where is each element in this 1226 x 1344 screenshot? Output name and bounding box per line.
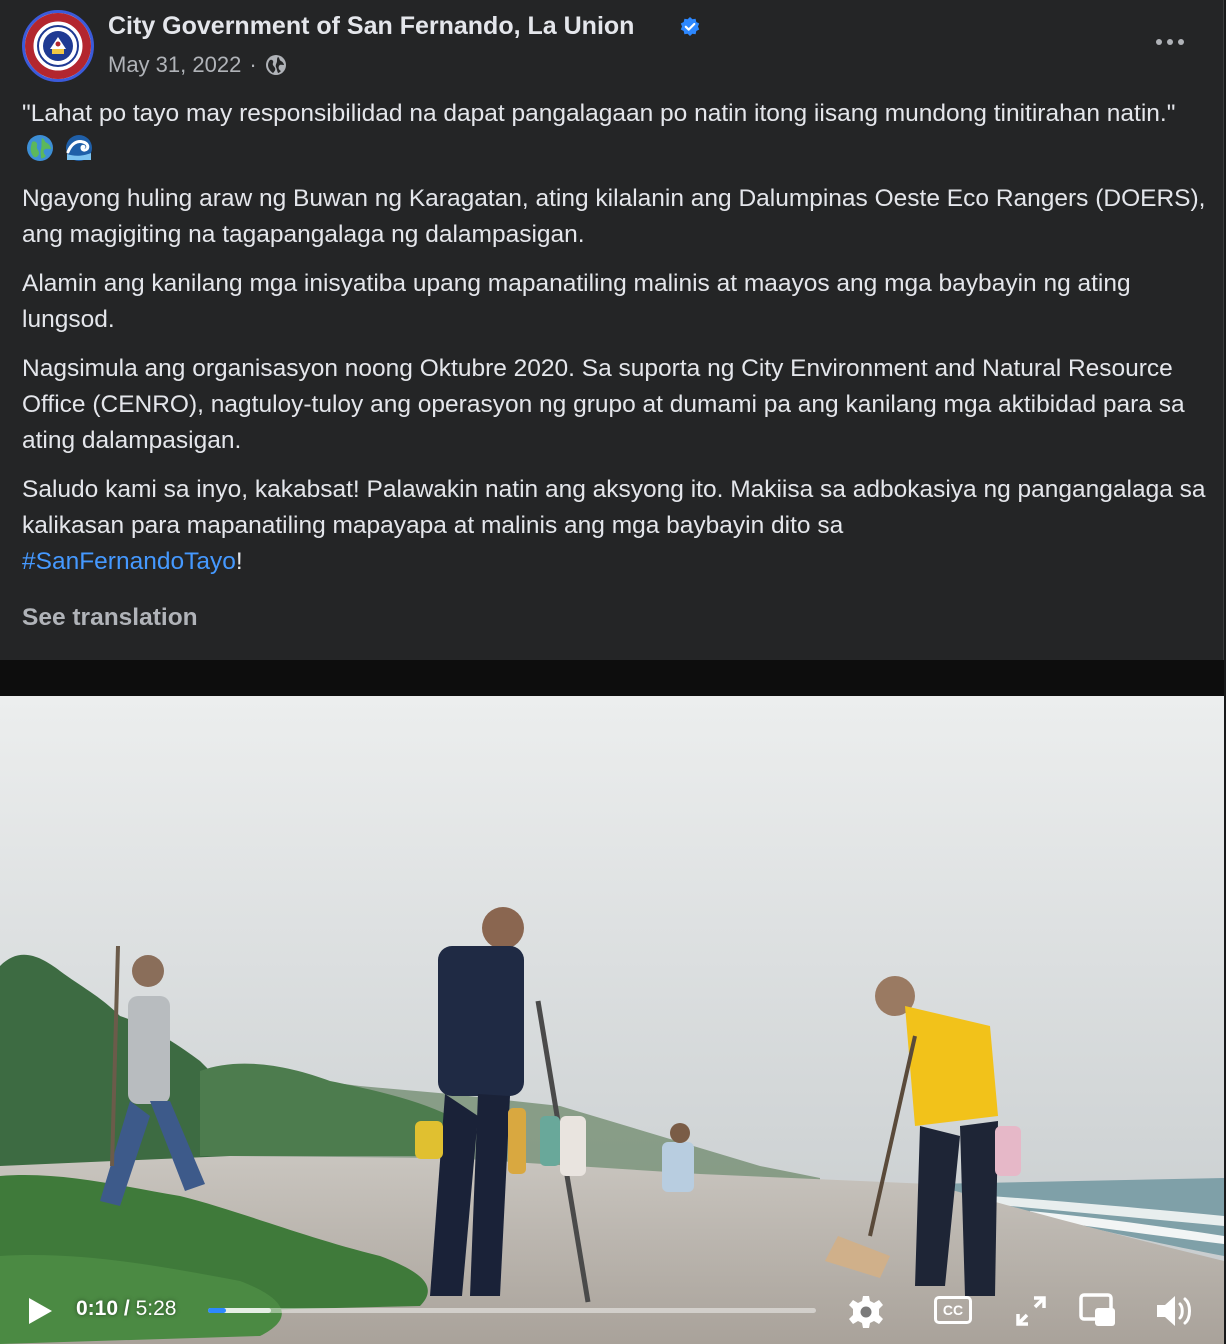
volume-icon[interactable] [1154,1292,1196,1330]
child-blue [662,1142,694,1192]
page-name[interactable]: City Government of San Fernando, La Unio… [108,12,634,41]
video-time: 0:10 / 5:28 [76,1297,176,1321]
progress-bar[interactable] [208,1308,816,1313]
post-paragraph: Alamin ang kanilang mga inisyatiba upang… [22,270,1131,333]
meta-separator: · [249,52,257,77]
video-player[interactable] [0,696,1224,1344]
more-options-button[interactable] [1146,26,1194,58]
more-dot [1156,39,1162,45]
post-paragraph: Ngayong huling araw ng Buwan ng Karagata… [22,185,1206,248]
globe-emoji [27,135,53,161]
facebook-post: City Government of San Fernando, La Unio… [0,0,1224,1344]
video-controls: 0:10 / 5:28 CC [0,1280,1224,1344]
expand-icon[interactable] [1014,1294,1048,1328]
child-yellow [415,1121,443,1159]
globe-icon [265,55,286,75]
more-dot [1167,39,1173,45]
picture-in-picture-icon[interactable] [1078,1292,1118,1330]
city-seal-logo [25,13,91,79]
post-paragraph: Saludo kami sa inyo, kakabsat! Palawakin… [22,472,1207,580]
post-body: "Lahat po tayo may responsibilidad na da… [22,96,1207,593]
post-meta: May 31, 2022 · [108,52,287,78]
hashtag-suffix: ! [235,548,243,575]
captions-button[interactable]: CC [934,1296,972,1324]
settings-icon[interactable] [848,1294,884,1330]
see-translation-link[interactable]: See translation [22,604,198,632]
post-paragraph: "Lahat po tayo may responsibilidad na da… [22,96,1207,168]
hashtag-link[interactable]: #SanFernandoTayo [22,548,236,575]
post-date[interactable]: May 31, 2022 [108,52,241,78]
current-time: 0:10 [76,1297,119,1320]
more-dot [1178,39,1184,45]
paragraph-text: Saludo kami sa inyo, kakabsat! Palawakin… [22,476,1206,539]
wave-emoji [65,135,92,161]
captions-label: CC [942,1302,964,1318]
progress-played [208,1308,227,1313]
video-frame-beach-cleanup [0,696,1224,1344]
post-header: City Government of San Fernando, La Unio… [0,0,1223,90]
video-duration: 5:28 [135,1297,177,1320]
post-paragraph: Nagsimula ang organisasyon noong Oktubre… [22,355,1185,454]
page-avatar[interactable] [22,10,94,82]
video-letterbox [0,660,1224,696]
paragraph-text: "Lahat po tayo may responsibilidad na da… [22,100,1176,127]
play-icon[interactable] [26,1296,54,1326]
time-separator: / [123,1297,130,1320]
verified-badge-icon [680,17,700,36]
